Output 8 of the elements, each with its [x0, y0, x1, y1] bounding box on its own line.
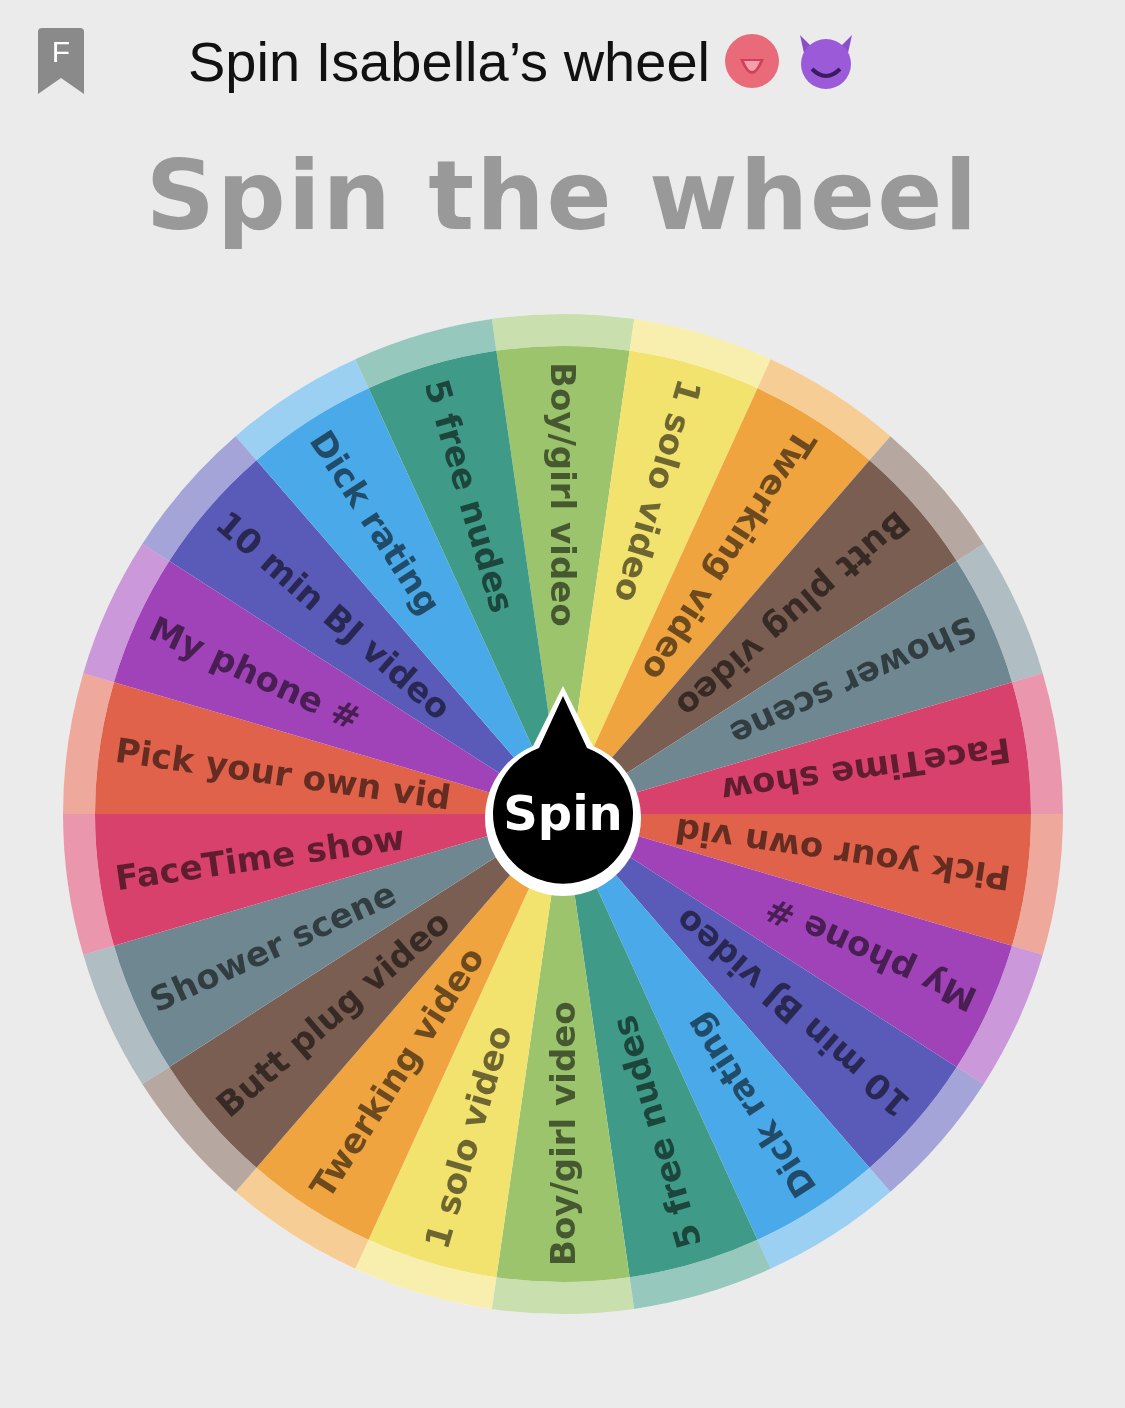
segment-label: Boy/girl video	[542, 1001, 583, 1266]
segment-label: Boy/girl video	[542, 362, 583, 627]
segment-label: Pick your own vid	[112, 729, 453, 818]
page-heading: Spin the wheel	[145, 140, 980, 252]
logo-letter: F	[51, 35, 71, 68]
segment-label: Pick your own vid	[672, 810, 1013, 899]
spin-button[interactable]: Spin	[484, 686, 641, 896]
post-title: Spin Isabella’s wheel	[188, 28, 710, 94]
